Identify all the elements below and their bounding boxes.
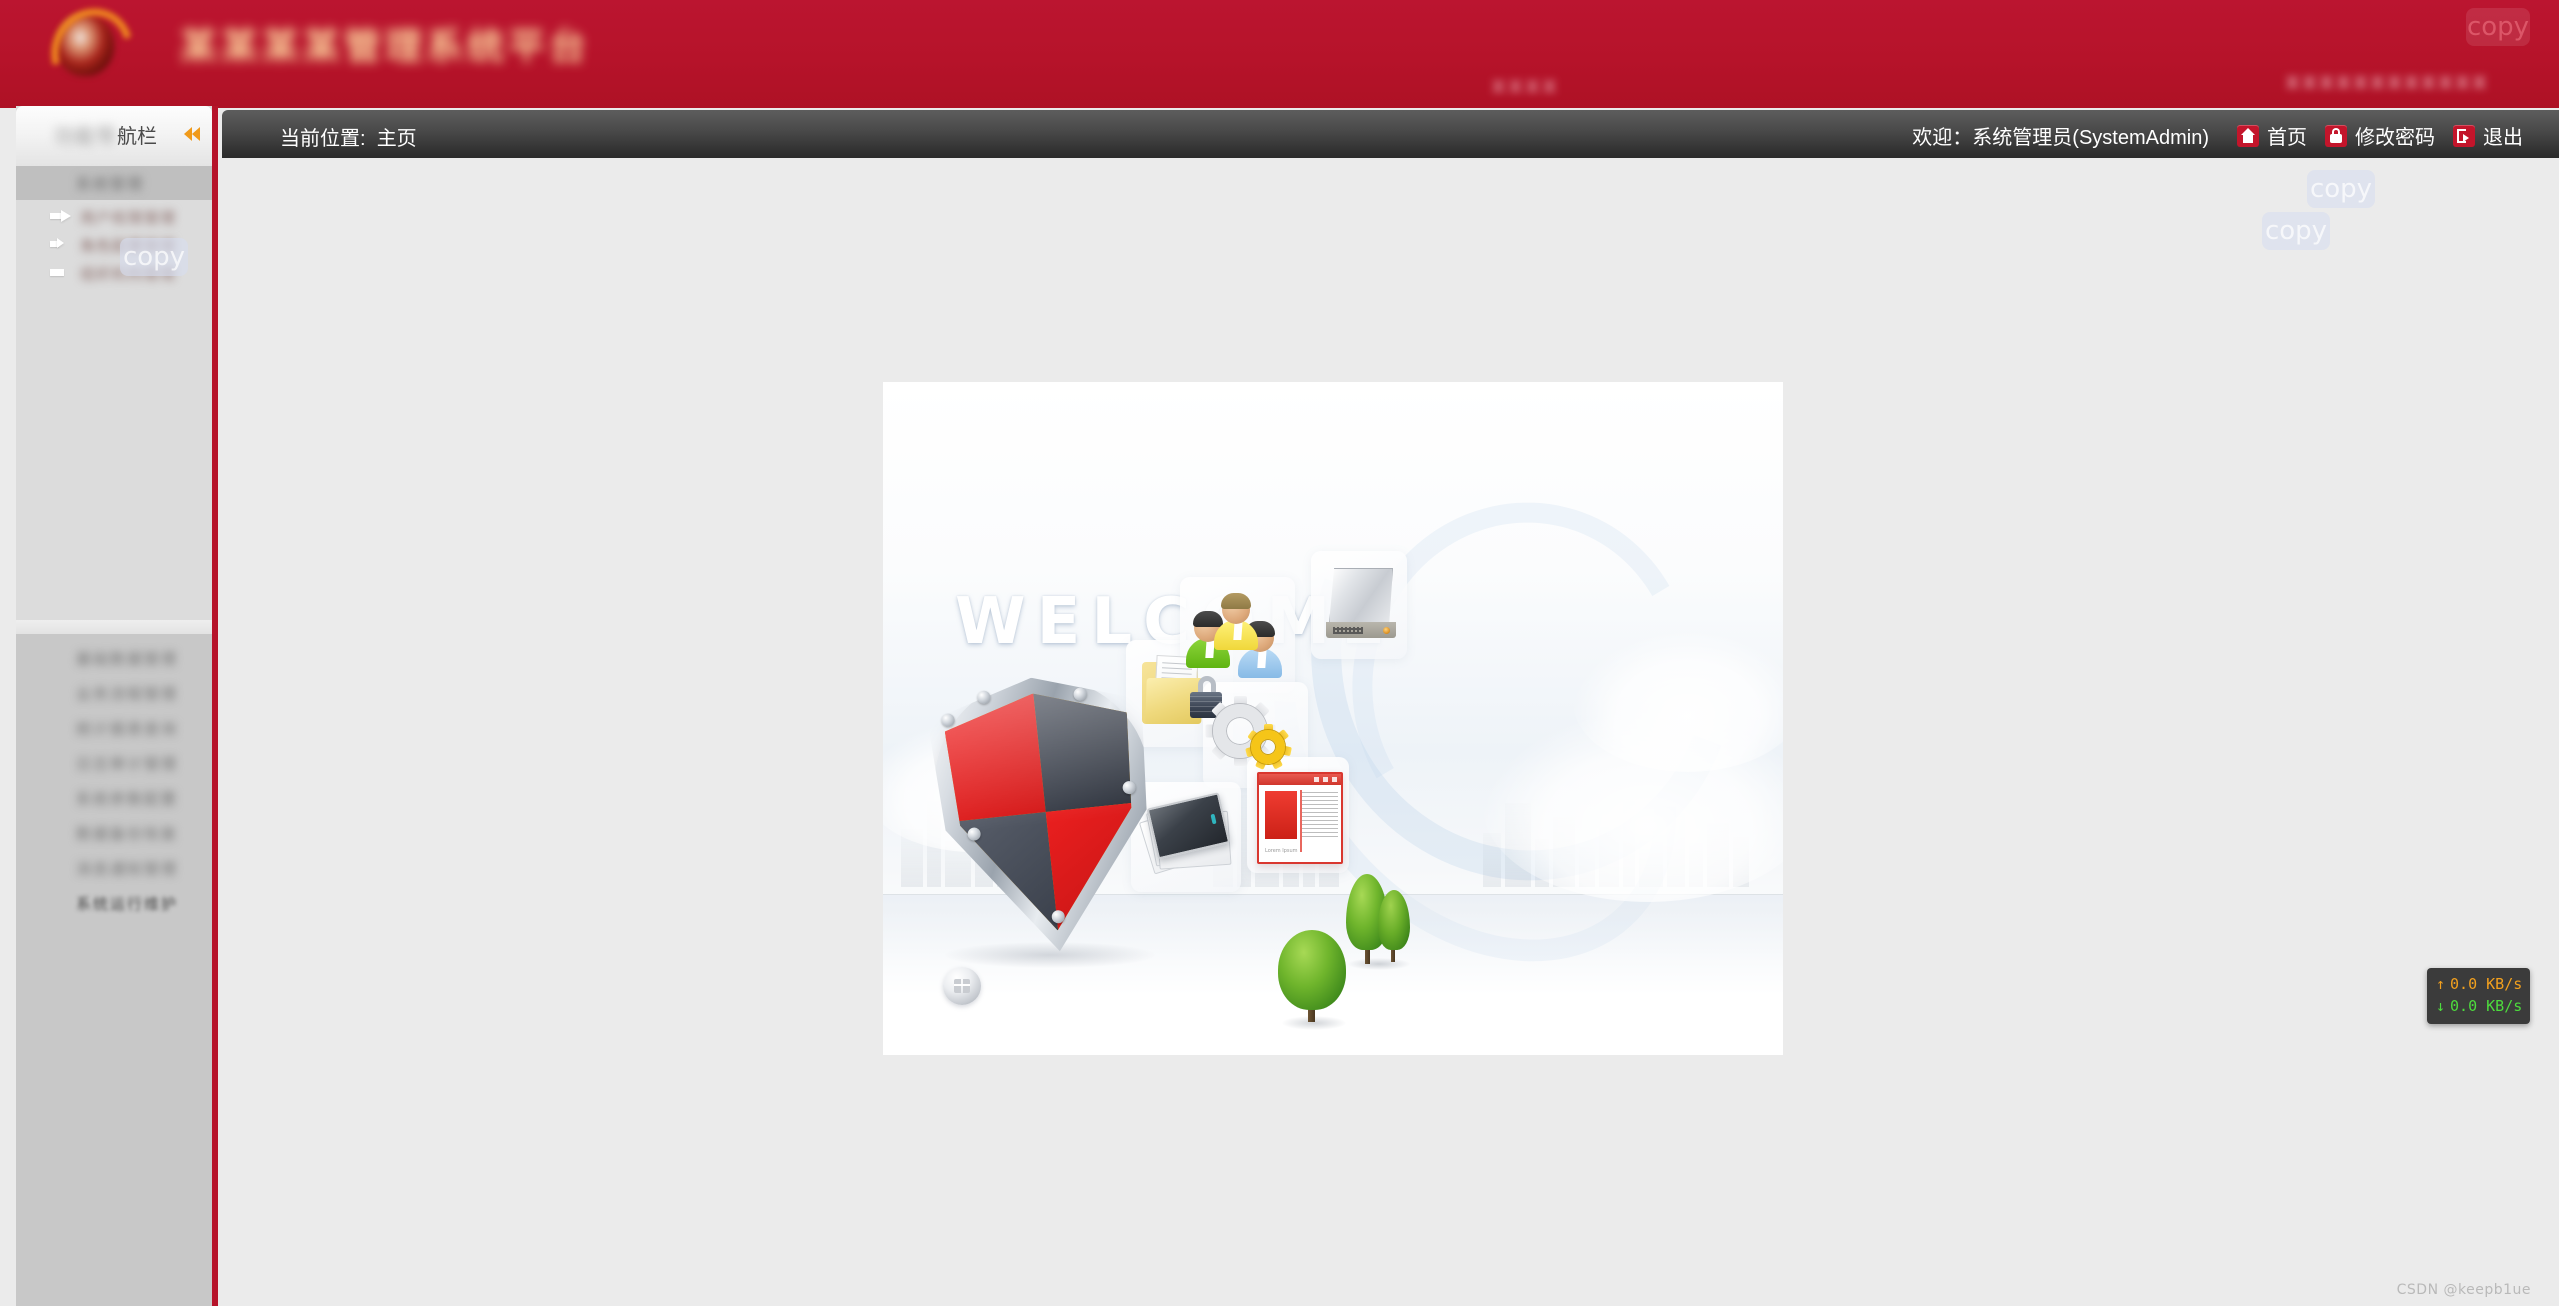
shield-face <box>942 684 1149 940</box>
breadcrumb: 当前位置: 主页 <box>280 122 417 151</box>
chevron-shape-1 <box>184 127 192 141</box>
hard-drive-icon <box>1326 568 1396 642</box>
sidebar-lower-item-7[interactable]: 消息通知管理 <box>16 857 212 879</box>
sidebar-item-label: 系统参数配置 <box>76 791 179 808</box>
home-icon <box>2237 124 2259 147</box>
flame-logo-icon <box>36 0 148 108</box>
tree-pine-icon <box>1346 874 1412 986</box>
sidebar-item-label: 系统运行维护 <box>76 896 179 913</box>
welcome-illustration: WELCOME Lorem Ipsum <box>883 382 1783 1055</box>
sidebar-item-label: 统计报表查询 <box>76 721 179 738</box>
sidebar-group-label: 系统管理 <box>76 176 145 193</box>
logo-arc-shape <box>36 0 148 108</box>
network-speed-widget[interactable]: ↑ 0.0 KB/s ↓ 0.0 KB/s <box>2427 968 2530 1024</box>
sidebar-item-label: 数据备份恢复 <box>76 826 179 843</box>
document-window-icon: Lorem Ipsum <box>1257 772 1343 864</box>
upload-speed-row: ↑ 0.0 KB/s <box>2427 973 2530 995</box>
welcome-user-text: 欢迎：系统管理员(SystemAdmin) <box>1912 127 2209 149</box>
sidebar-item-3[interactable]: 组织机构管理 <box>16 261 212 284</box>
sidebar-header: 功能导航栏 <box>16 106 212 166</box>
gears-icon <box>1205 696 1301 780</box>
tree-round-icon <box>1278 930 1346 1030</box>
logout-button[interactable]: 退出 <box>2453 121 2523 150</box>
shield-icon <box>924 667 1167 963</box>
double-chevron-left-icon[interactable] <box>184 124 204 144</box>
sidebar-item-label: 消息通知管理 <box>76 861 179 878</box>
csdn-watermark: CSDN @keepb1ue <box>2396 1282 2531 1298</box>
sidebar-lower-menu: 基础数据管理 业务流程管理 统计报表查询 日志审计管理 系统参数配置 数据备份恢… <box>16 620 212 914</box>
upload-speed-value: 0.0 KB/s <box>2450 975 2523 993</box>
top-navbar: 当前位置: 主页 欢迎：系统管理员(SystemAdmin) 首页 修改密码 退… <box>222 110 2559 158</box>
sidebar-lower-item-4[interactable]: 日志审计管理 <box>16 752 212 774</box>
sidebar-lower-item-3[interactable]: 统计报表查询 <box>16 717 212 739</box>
lock-icon <box>2325 124 2347 147</box>
copy-watermark: copy <box>2262 212 2330 250</box>
sidebar-title-blurred: 功能导 <box>54 126 117 148</box>
sidebar: 功能导航栏 系统管理 用户权限管理 角色配置管理 组织机构管理 copy 基础数… <box>16 106 218 1306</box>
sidebar-item-label: 日志审计管理 <box>76 756 179 773</box>
download-arrow-icon: ↓ <box>2436 997 2446 1015</box>
sidebar-lower-divider <box>16 620 212 634</box>
logout-icon <box>2453 124 2475 147</box>
sidebar-item-label: 用户权限管理 <box>80 210 177 227</box>
sidebar-item-label: 组织机构管理 <box>80 266 177 283</box>
globe-button-icon <box>943 967 981 1005</box>
sidebar-item-2[interactable]: 角色配置管理 <box>16 233 212 256</box>
sidebar-lower-item-8[interactable]: 系统运行维护 <box>16 892 212 914</box>
sidebar-group-header: 系统管理 <box>16 166 212 200</box>
logout-label: 退出 <box>2483 127 2523 149</box>
copy-watermark: copy <box>2307 170 2375 208</box>
copy-watermark: copy <box>2466 8 2530 46</box>
main-content: copy copy copy <box>222 158 2559 1306</box>
sidebar-lower-item-5[interactable]: 系统参数配置 <box>16 787 212 809</box>
download-speed-value: 0.0 KB/s <box>2450 997 2523 1015</box>
sidebar-lower-item-6[interactable]: 数据备份恢复 <box>16 822 212 844</box>
arrow-right-icon <box>50 238 66 249</box>
upload-arrow-icon: ↑ <box>2436 975 2446 993</box>
sidebar-item-label: 基础数据管理 <box>76 651 179 668</box>
app-title: 某某某某管理系统平台 <box>180 26 590 67</box>
sidebar-title: 功能导航栏 <box>54 120 157 149</box>
arrow-right-icon <box>50 266 72 277</box>
photos-laptop-icon <box>1135 787 1241 885</box>
document-caption: Lorem Ipsum <box>1265 848 1298 854</box>
breadcrumb-label: 当前位置: <box>280 128 366 150</box>
header-right-text-secondary: 某某某某 <box>1490 79 1559 96</box>
chevron-shape-2 <box>192 127 200 141</box>
navbar-actions: 欢迎：系统管理员(SystemAdmin) 首页 修改密码 退出 <box>1912 121 2535 150</box>
change-password-label: 修改密码 <box>2355 127 2435 149</box>
change-password-button[interactable]: 修改密码 <box>2325 121 2435 150</box>
sidebar-item-label: 业务流程管理 <box>76 686 179 703</box>
users-group-icon <box>1186 593 1284 680</box>
home-button[interactable]: 首页 <box>2237 121 2307 150</box>
sidebar-lower-item-2[interactable]: 业务流程管理 <box>16 682 212 704</box>
breadcrumb-value: 主页 <box>376 128 417 150</box>
sidebar-item-label: 角色配置管理 <box>80 238 177 255</box>
header-right-text: 某某某某某某某某某某某某 <box>2284 75 2489 92</box>
home-button-label: 首页 <box>2267 127 2307 149</box>
arrow-right-icon <box>50 210 72 222</box>
sidebar-title-visible: 航栏 <box>117 126 157 148</box>
sidebar-item-1[interactable]: 用户权限管理 <box>16 205 212 228</box>
download-speed-row: ↓ 0.0 KB/s <box>2427 995 2530 1017</box>
app-header: 某某某某管理系统平台 某某某某某某某某某某某某 某某某某 copy <box>0 0 2559 108</box>
sidebar-lower-item-1[interactable]: 基础数据管理 <box>16 647 212 669</box>
